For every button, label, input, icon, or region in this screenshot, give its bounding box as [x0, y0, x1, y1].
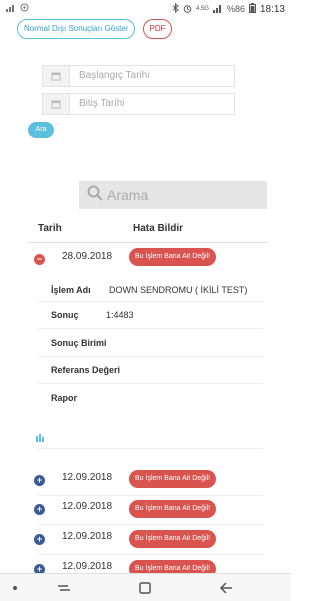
row-date: 12.09.2018 — [62, 472, 113, 483]
nav-dot-icon[interactable] — [5, 574, 25, 601]
clock: 18:13 — [259, 3, 285, 15]
date-filter-panel: Başlangıç Tarihi Bitiş Tarihi — [26, 58, 267, 134]
report-error-button[interactable]: Bu İşlem Bana Ait Değil! — [129, 248, 217, 266]
sonuc-value: 1:4483 — [106, 310, 134, 320]
sonuc-label: Sonuç — [51, 310, 79, 320]
row-date: 28.09.2018 — [62, 251, 113, 262]
end-date-field[interactable]: Bitiş Tarihi — [42, 93, 235, 115]
main-content: Normal Dışı Sonuçları Göster PDF Başlang… — [0, 18, 291, 578]
android-nav-bar — [0, 573, 291, 601]
calendar-icon — [43, 66, 70, 86]
search-input[interactable]: Arama — [79, 181, 267, 209]
referans-label: Referans Değeri — [51, 365, 121, 375]
chart-icon[interactable] — [36, 429, 46, 447]
collapse-row-icon[interactable]: − — [34, 254, 45, 265]
signal-icon — [6, 3, 16, 14]
divider — [38, 524, 263, 525]
islem-value: DOWN SENDROMU ( İKİLİ TEST) — [109, 285, 248, 295]
search-button[interactable]: Ara — [28, 122, 54, 138]
divider — [38, 356, 263, 357]
search-placeholder: Arama — [107, 187, 149, 203]
results-table: Tarih Hata Bildir − 28.09.2018 Bu İşlem … — [28, 214, 267, 578]
divider — [38, 495, 263, 496]
expand-row-icon[interactable]: + — [34, 504, 45, 515]
row-date: 12.09.2018 — [62, 501, 113, 512]
report-error-button[interactable]: Bu İşlem Bana Ait Değil! — [129, 500, 217, 518]
battery-icon — [248, 3, 256, 15]
divider — [38, 301, 263, 302]
expand-row-icon[interactable]: + — [34, 534, 45, 545]
cell-signal-icon — [212, 4, 223, 15]
start-date-field[interactable]: Başlangıç Tarihi — [42, 65, 235, 87]
column-header-date: Tarih — [38, 223, 62, 234]
recent-apps-icon[interactable] — [52, 574, 76, 601]
network-label: 4.5G — [195, 6, 209, 12]
location-icon — [20, 3, 29, 14]
divider — [38, 448, 263, 449]
home-icon[interactable] — [133, 574, 157, 601]
sonuc-birimi-label: Sonuç Birimi — [51, 338, 107, 348]
start-date-placeholder: Başlangıç Tarihi — [79, 70, 150, 81]
expand-row-icon[interactable]: + — [34, 475, 45, 486]
table-header: Tarih Hata Bildir — [28, 214, 267, 243]
battery-percent: %86 — [226, 4, 245, 14]
row-date: 12.09.2018 — [62, 561, 113, 572]
report-error-button[interactable]: Bu İşlem Bana Ait Değil! — [129, 470, 217, 488]
pdf-button[interactable]: PDF — [143, 19, 172, 39]
bluetooth-icon — [172, 2, 179, 15]
divider — [38, 554, 263, 555]
status-bar: 4.5G %86 18:13 — [0, 0, 291, 18]
search-icon — [87, 185, 103, 206]
rapor-label: Rapor — [51, 393, 78, 403]
report-error-button[interactable]: Bu İşlem Bana Ait Değil! — [129, 530, 217, 548]
divider — [38, 328, 263, 329]
row-date: 12.09.2018 — [62, 531, 113, 542]
end-date-placeholder: Bitiş Tarihi — [79, 98, 125, 109]
divider — [38, 383, 263, 384]
alarm-icon — [183, 4, 192, 15]
back-icon[interactable] — [214, 574, 238, 601]
column-header-report: Hata Bildir — [133, 223, 184, 234]
show-abnormal-results-button[interactable]: Normal Dışı Sonuçları Göster — [17, 19, 136, 39]
islem-label: İşlem Adı — [51, 285, 91, 295]
calendar-icon — [43, 94, 70, 114]
